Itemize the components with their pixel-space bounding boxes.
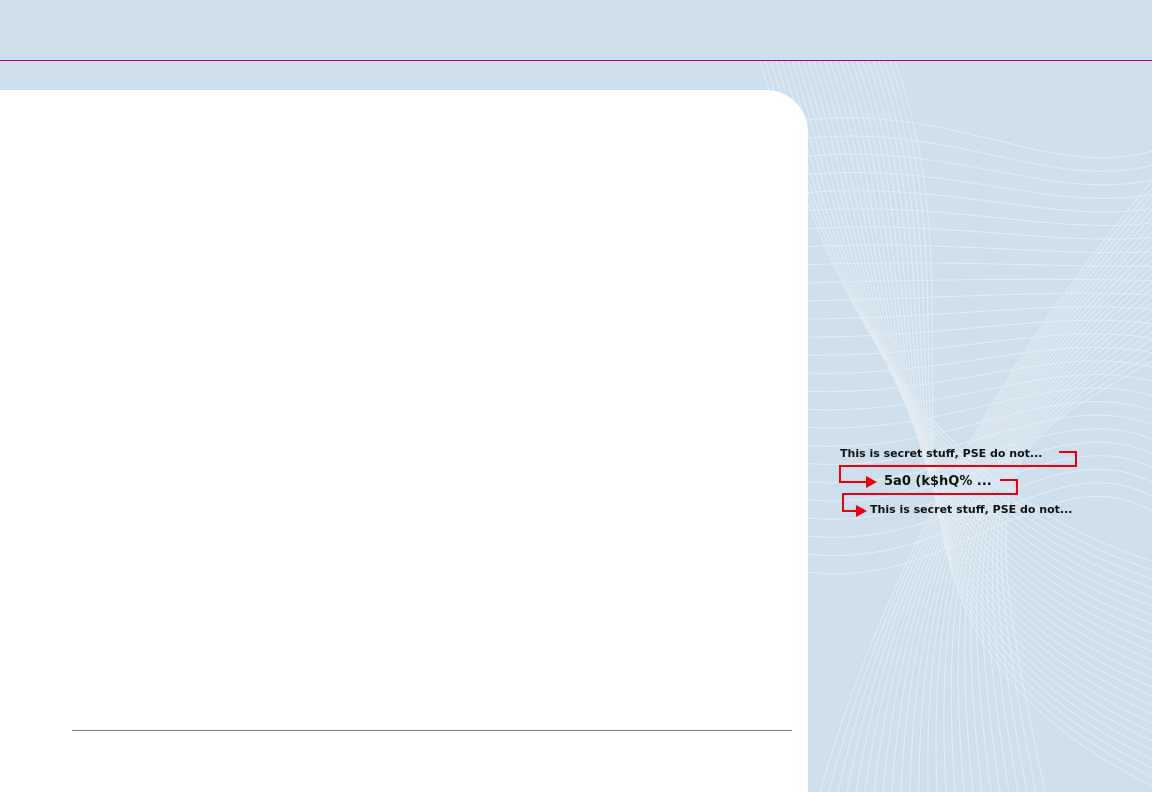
decrypted-text-label: This is secret stuff, PSE do not... xyxy=(870,503,1073,516)
plaintext-label: This is secret stuff, PSE do not... xyxy=(840,447,1043,460)
arrowhead-1 xyxy=(866,476,877,488)
wave-line xyxy=(799,153,1152,186)
encryption-flow-diagram: This is secret stuff, PSE do not... 5a0 … xyxy=(830,440,1130,530)
wave-line xyxy=(791,61,1152,616)
wave-line xyxy=(1000,353,1152,792)
content-panel xyxy=(0,90,808,792)
header-band xyxy=(0,0,1152,60)
arrowhead-2 xyxy=(856,505,867,517)
wave-line xyxy=(976,317,1152,792)
wave-line xyxy=(996,346,1152,792)
wave-line xyxy=(818,61,1152,661)
wave-line xyxy=(799,360,1152,393)
wave-line xyxy=(799,387,1152,429)
wave-line xyxy=(799,208,1152,227)
footer-divider xyxy=(72,730,792,731)
ciphertext-label: 5a0 (k$hQ% ... xyxy=(884,474,992,489)
